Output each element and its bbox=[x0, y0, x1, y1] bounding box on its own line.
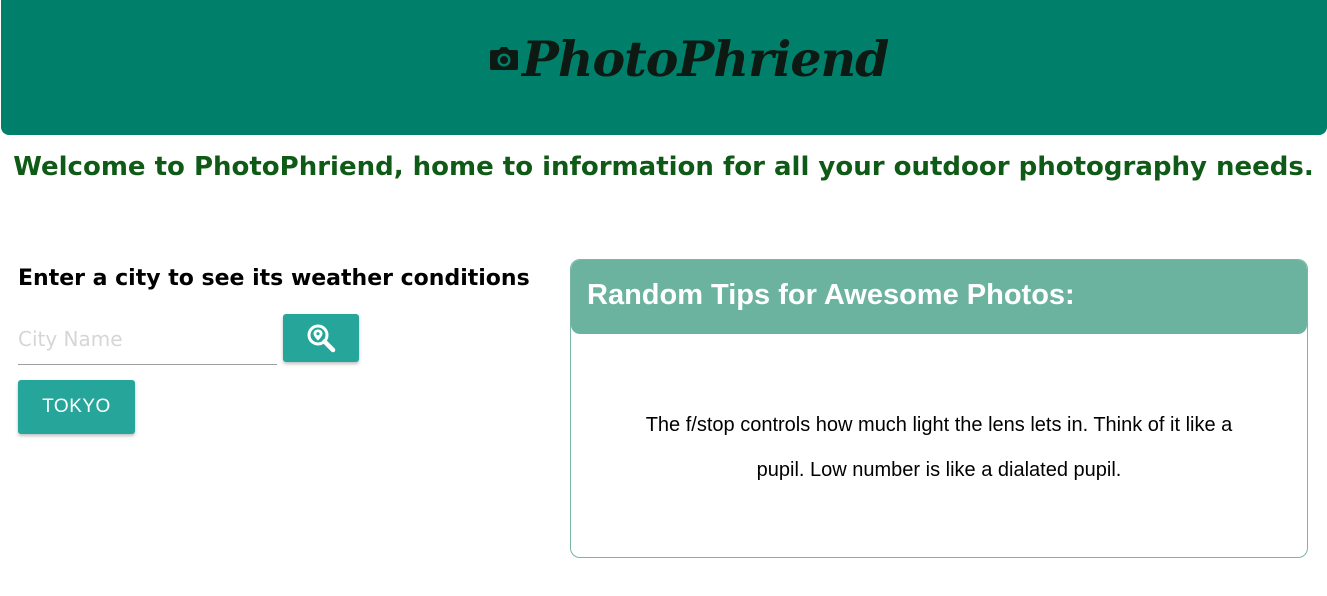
recent-city-button-tokyo[interactable]: TOKYO bbox=[18, 380, 135, 434]
app-header: PhotoPhriend bbox=[1, 0, 1327, 135]
tips-card-header: Random Tips for Awesome Photos: bbox=[571, 260, 1307, 334]
welcome-message: Welcome to PhotoPhriend, home to informa… bbox=[13, 152, 1314, 182]
weather-section-title: Enter a city to see its weather conditio… bbox=[18, 266, 530, 291]
tips-title: Random Tips for Awesome Photos: bbox=[587, 279, 1075, 311]
brand-logo[interactable]: PhotoPhriend bbox=[488, 26, 889, 92]
location-search-icon bbox=[307, 324, 336, 353]
search-button[interactable] bbox=[283, 314, 359, 362]
city-name-input[interactable] bbox=[18, 314, 277, 365]
camera-icon bbox=[490, 47, 518, 70]
tip-text: The f/stop controls how much light the l… bbox=[645, 414, 1233, 481]
tips-card: Random Tips for Awesome Photos: The f/st… bbox=[570, 259, 1308, 558]
brand-name: PhotoPhriend bbox=[522, 30, 889, 88]
